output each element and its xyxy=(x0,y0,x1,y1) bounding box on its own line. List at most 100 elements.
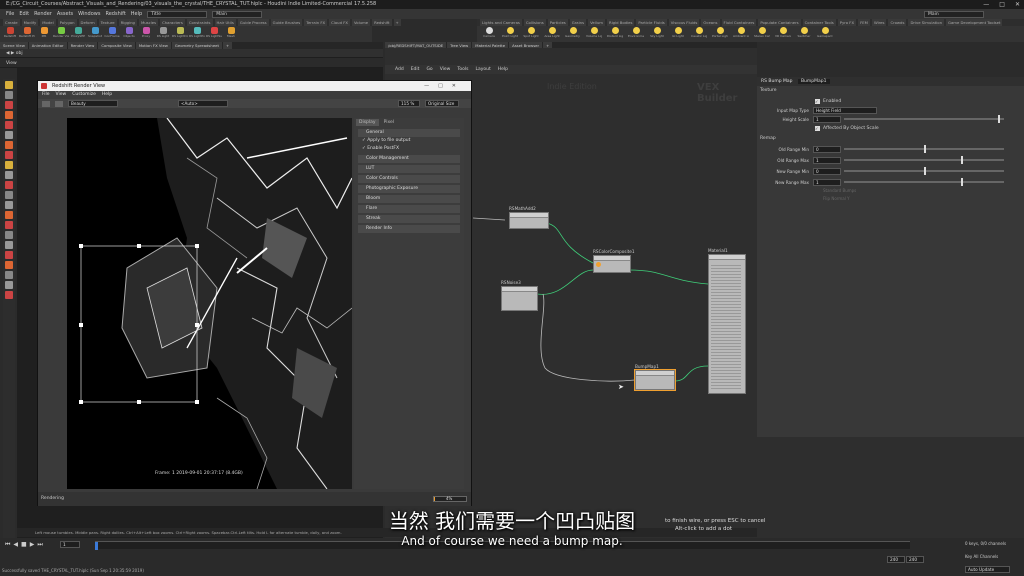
right-shelf-tab-1[interactable]: Collisions xyxy=(523,19,546,26)
close-icon[interactable]: ✕ xyxy=(1015,0,1020,9)
section-render-info[interactable]: Render Info xyxy=(358,225,460,233)
aov-dropdown[interactable]: <Auto> xyxy=(178,100,228,107)
right-shelf-tab-8[interactable]: Oceans xyxy=(701,19,720,26)
right-shelf-tool-5[interactable]: Volume Light xyxy=(585,27,603,41)
shelf-tab-11[interactable]: Guide Process xyxy=(237,19,269,26)
viewport-tool-icon-2[interactable] xyxy=(5,101,13,109)
viewport-tool-icon-5[interactable] xyxy=(5,131,13,139)
affected-checkbox[interactable]: ✓ xyxy=(815,125,820,131)
right-shelf-tool-12[interactable]: Ambient Light xyxy=(732,27,750,41)
shelf-tab-15[interactable]: Volume xyxy=(351,19,371,26)
shelf-tab-12[interactable]: Guide Brushes xyxy=(270,19,303,26)
shelf-tool-1[interactable]: Redshift Prefs xyxy=(19,27,35,41)
menu-edit[interactable]: Edit xyxy=(19,11,29,17)
viewport-tool-icon-16[interactable] xyxy=(5,241,13,249)
right-shelf-tool-8[interactable]: Sky Light xyxy=(648,27,666,41)
auto-update-dropdown[interactable]: Auto Update xyxy=(965,566,1010,573)
shelf-tab-4[interactable]: Deform xyxy=(78,19,97,26)
node-material[interactable] xyxy=(708,254,746,394)
menu-help[interactable]: Help xyxy=(131,11,142,17)
node-rscolorcomposite[interactable] xyxy=(593,255,631,273)
height-scale-slider[interactable] xyxy=(844,115,1004,123)
shelf-tool-4[interactable]: ProxySEP xyxy=(71,27,85,41)
menu-render[interactable]: Render xyxy=(34,11,52,17)
right-shelf-tool-13[interactable]: Stereo Camera xyxy=(753,27,771,41)
right-shelf-tab-10[interactable]: Populate Containers xyxy=(758,19,801,26)
shelf-tab-10[interactable]: Hair Utils xyxy=(214,19,236,26)
old-max-slider[interactable] xyxy=(844,156,1004,164)
left-pane-tab-6[interactable]: + xyxy=(222,42,233,49)
shelf-tab-5[interactable]: Texture xyxy=(98,19,117,26)
height-scale-field[interactable]: 1 xyxy=(813,115,841,123)
left-pane-tab-5[interactable]: Geometry Spreadsheet xyxy=(171,42,222,49)
section-lut[interactable]: LUT xyxy=(358,165,460,173)
right-shelf-tab-6[interactable]: Particle Fluids xyxy=(636,19,667,26)
enable-postfx-row[interactable]: ✓ Enable PostFX xyxy=(354,145,464,153)
beauty-dropdown[interactable]: Beauty xyxy=(68,100,118,107)
obj-path[interactable]: obj xyxy=(16,51,23,56)
node-rsnoise[interactable] xyxy=(501,286,538,311)
node-bumpmap[interactable] xyxy=(634,369,676,391)
enabled-checkbox[interactable]: ✓ xyxy=(815,98,820,104)
main-dropdown[interactable]: Main xyxy=(212,10,263,18)
section-photographic-exposure[interactable]: Photographic Exposure xyxy=(358,185,460,193)
rv-menu-file[interactable]: File xyxy=(42,91,50,99)
right-main-dropdown[interactable]: Main xyxy=(924,10,984,18)
shelf-tool-3[interactable]: Render View xyxy=(53,27,69,41)
back-icon[interactable]: ◀ ▶ xyxy=(6,51,16,56)
shelf-tool-13[interactable]: Mesh xyxy=(224,27,238,41)
render-stop-icon[interactable] xyxy=(55,100,63,107)
end-frame-field[interactable]: 240 xyxy=(887,556,905,563)
right-shelf-tool-4[interactable]: Geometry Light xyxy=(564,27,582,41)
left-pane-tab-1[interactable]: Animation Editor xyxy=(28,42,67,49)
right-shelf-tab-12[interactable]: Pyro FX xyxy=(837,19,857,26)
render-view-window-controls[interactable]: —□✕ xyxy=(424,81,465,91)
render-start-icon[interactable] xyxy=(42,100,50,107)
right-shelf-tool-11[interactable]: Portal Light xyxy=(711,27,729,41)
menu-windows[interactable]: Windows xyxy=(78,11,100,17)
apply-to-file-row[interactable]: ✓ Apply to file output xyxy=(354,137,464,145)
viewport-tool-icon-9[interactable] xyxy=(5,171,13,179)
section-color-controls[interactable]: Color Controls xyxy=(358,175,460,183)
viewport-tool-icon-18[interactable] xyxy=(5,261,13,269)
maximize-icon[interactable]: □ xyxy=(999,0,1005,9)
right-shelf-tool-6[interactable]: Distant Light xyxy=(606,27,624,41)
enabled-row[interactable]: ✓ Enabled xyxy=(815,97,841,105)
zoom-field[interactable]: 115 % xyxy=(398,100,420,107)
shelf-tab-9[interactable]: Constraints xyxy=(186,19,213,26)
new-max-field[interactable]: 1 xyxy=(813,178,841,186)
viewport-tool-icon-21[interactable] xyxy=(5,291,13,299)
viewport-tool-icon-1[interactable] xyxy=(5,91,13,99)
tab-pixel[interactable]: Pixel xyxy=(381,119,397,126)
shelf-tab-14[interactable]: Cloud FX xyxy=(329,19,350,26)
right-shelf-tool-9[interactable]: GI Light xyxy=(669,27,687,41)
right-shelf-tool-14[interactable]: VR Camera xyxy=(774,27,792,41)
shelf-tab-16[interactable]: Redshift xyxy=(372,19,392,26)
affected-row[interactable]: ✓ Affected By Object Scale xyxy=(815,124,879,132)
viewport-tool-icon-14[interactable] xyxy=(5,221,13,229)
right-shelf-tab-7[interactable]: Viscous Fluids xyxy=(668,19,700,26)
left-pane-tab-0[interactable]: Scene View xyxy=(0,42,28,49)
right-shelf-tab-3[interactable]: Grains xyxy=(569,19,587,26)
right-shelf-tool-1[interactable]: Point Light xyxy=(501,27,519,41)
render-image[interactable]: Frame: 1 2019-09-01 20:37:17 (8.4GB) xyxy=(67,118,352,489)
menu-assets[interactable]: Assets xyxy=(57,11,73,17)
shelf-tab-1[interactable]: Modify xyxy=(21,19,39,26)
shelf-tool-7[interactable]: Objects xyxy=(122,27,136,41)
section-flare[interactable]: Flare xyxy=(358,205,460,213)
key-all-channels[interactable]: Key All Channels xyxy=(965,554,998,559)
viewport-tool-icon-12[interactable] xyxy=(5,201,13,209)
right-shelf-tab-14[interactable]: Wires xyxy=(871,19,887,26)
right-shelf-tool-2[interactable]: Spot Light xyxy=(522,27,540,41)
left-pane-tab-4[interactable]: Motion FX View xyxy=(135,42,171,49)
viewport-tool-icon-17[interactable] xyxy=(5,251,13,259)
shelf-tool-2[interactable]: IPR xyxy=(37,27,51,41)
shelf-tab-7[interactable]: Muscles xyxy=(138,19,159,26)
right-shelf-tool-3[interactable]: Area Light xyxy=(543,27,561,41)
viewport-tool-icon-6[interactable] xyxy=(5,141,13,149)
shelf-tab-2[interactable]: Model xyxy=(40,19,56,26)
shelf-tab-0[interactable]: Create xyxy=(3,19,20,26)
viewport-tool-icon-4[interactable] xyxy=(5,121,13,129)
right-shelf-tab-4[interactable]: Vellum xyxy=(588,19,605,26)
viewport-tool-icon-20[interactable] xyxy=(5,281,13,289)
